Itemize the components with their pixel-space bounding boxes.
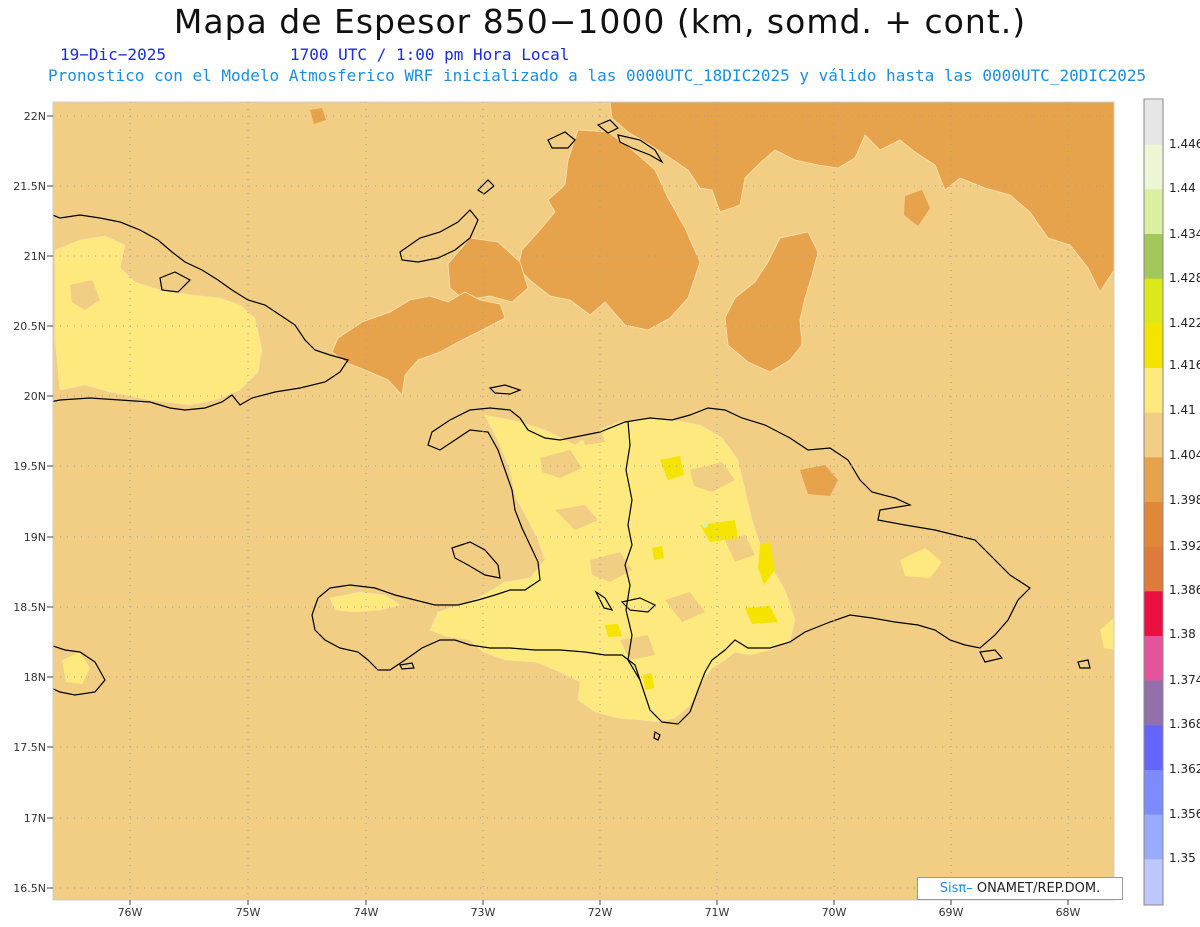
colorbar-swatch (1144, 859, 1163, 905)
colorbar-label: 1.404 (1169, 448, 1200, 462)
lat-label: 20N (24, 390, 46, 403)
lat-label: 22N (24, 110, 46, 123)
colorbar-swatch (1144, 368, 1163, 414)
colorbar-label: 1.386 (1169, 583, 1200, 597)
colorbar-label: 1.428 (1169, 271, 1200, 285)
colorbar-label: 1.41 (1169, 403, 1196, 417)
colorbar-swatch (1144, 814, 1163, 860)
lat-label: 20.5N (13, 320, 46, 333)
sispi-logo: Sisπ– (939, 881, 973, 896)
colorbar-label: 1.362 (1169, 762, 1200, 776)
colorbar-swatch (1144, 591, 1163, 637)
colorbar-swatch (1144, 770, 1163, 816)
lon-label: 69W (939, 906, 964, 919)
colorbar-label: 1.374 (1169, 673, 1200, 687)
colorbar-label: 1.44 (1169, 181, 1196, 195)
colorbar-swatch (1144, 725, 1163, 771)
colorbar-label: 1.446 (1169, 137, 1200, 151)
colorbar-label: 1.38 (1169, 627, 1196, 641)
thickness-spot-1422 (702, 522, 708, 528)
colorbar-label: 1.422 (1169, 316, 1200, 330)
lat-label: 19.5N (13, 460, 46, 473)
colorbar-swatch (1144, 636, 1163, 682)
lon-label: 75W (236, 906, 261, 919)
lat-label: 17.5N (13, 741, 46, 754)
colorbar-swatch (1144, 457, 1163, 503)
lat-label: 21N (24, 250, 46, 263)
lon-label: 72W (588, 906, 613, 919)
colorbar-label: 1.392 (1169, 539, 1200, 553)
colorbar-label: 1.356 (1169, 807, 1200, 821)
lon-label: 71W (705, 906, 730, 919)
colorbar-swatch (1144, 412, 1163, 458)
lat-label: 18N (24, 671, 46, 684)
colorbar-swatch (1144, 323, 1163, 369)
credit-text: ONAMET/REP.DOM. (972, 881, 1101, 896)
colorbar-swatch (1144, 234, 1163, 280)
colorbar-label: 1.434 (1169, 227, 1200, 241)
colorbar-swatch (1144, 100, 1163, 146)
colorbar-swatch (1144, 189, 1163, 235)
longitude-axis: 76W 75W 74W 73W 72W 71W 70W 69W 68W (118, 900, 1081, 919)
colorbar-label: 1.398 (1169, 493, 1200, 507)
colorbar-swatch (1144, 680, 1163, 726)
lon-label: 68W (1056, 906, 1081, 919)
map-area (53, 102, 1114, 900)
colorbar-swatch (1144, 144, 1163, 190)
colorbar-label: 1.368 (1169, 717, 1200, 731)
colorbar-swatch (1144, 278, 1163, 324)
credit-box: Sisπ– ONAMET/REP.DOM. (917, 877, 1123, 900)
colorbar-swatch (1144, 546, 1163, 592)
latitude-axis: 22N 21.5N 21N 20.5N 20N 19.5N 19N 18.5N … (13, 110, 53, 895)
colorbar-label: 1.416 (1169, 358, 1200, 372)
lon-label: 76W (118, 906, 143, 919)
lon-label: 74W (354, 906, 379, 919)
lat-label: 21.5N (13, 180, 46, 193)
lon-label: 70W (822, 906, 847, 919)
thickness-map: 22N 21.5N 21N 20.5N 20N 19.5N 19N 18.5N … (13, 98, 1200, 919)
lat-label: 17N (24, 812, 46, 825)
colorbar-swatch (1144, 502, 1163, 548)
lat-label: 18.5N (13, 601, 46, 614)
lat-label: 19N (24, 531, 46, 544)
lat-label: 16.5N (13, 882, 46, 895)
colorbar: 1.446 1.44 1.434 1.428 1.422 1.416 1.41 … (1143, 98, 1200, 906)
lon-label: 73W (471, 906, 496, 919)
colorbar-label: 1.35 (1169, 851, 1196, 865)
